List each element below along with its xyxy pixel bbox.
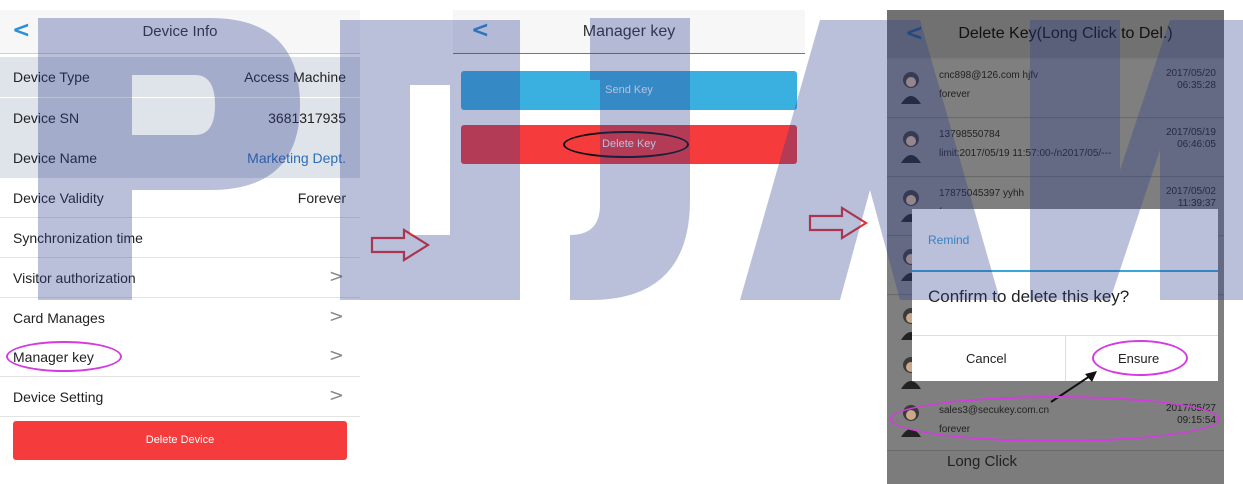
cancel-button[interactable]: Cancel (966, 351, 1006, 366)
card-manages-row[interactable]: Card Manages > (0, 298, 360, 338)
row-value: Access Machine (244, 69, 346, 85)
synchronization-time-row[interactable]: Synchronization time (0, 218, 360, 258)
key-validity: limit:2017/05/19 11:57:00-/n2017/05/--- (939, 148, 1112, 159)
user-avatar-icon (901, 72, 921, 104)
key-date: 2017/05/20 (1165, 68, 1216, 79)
row-label: Device Setting (13, 389, 104, 405)
row-label: Device Name (13, 150, 98, 166)
page-title: Manager key (582, 23, 676, 40)
highlight-oval (6, 341, 122, 372)
tutorial-canvas: < Device Info Device Type Access Machine… (0, 0, 1243, 484)
delete-key-screen: < Delete Key(Long Click to Del.) cnc898@… (887, 10, 1224, 484)
user-avatar-icon (901, 131, 921, 163)
key-date: 2017/05/19 (1165, 127, 1216, 138)
key-time: 06:46:05 (1177, 139, 1216, 150)
row-value: Forever (297, 190, 346, 206)
send-key-button[interactable]: Send Key (461, 71, 797, 110)
chevron-right-icon: > (328, 266, 344, 287)
key-time: 06:35:28 (1177, 80, 1216, 91)
row-label: Card Manages (13, 310, 105, 326)
dialog-divider (912, 270, 1218, 272)
chevron-right-icon: > (328, 306, 344, 327)
key-timestamp: 2017/05/02 11:39:37 (1166, 186, 1216, 210)
key-list-item[interactable]: cnc898@126.com hjfv forever 2017/05/20 06… (887, 60, 1224, 118)
highlight-oval (890, 396, 1220, 442)
key-name: cnc898@126.com hjfv (939, 70, 1039, 81)
row-label: Device SN (13, 110, 80, 126)
device-name-row[interactable]: Device Name Marketing Dept. (0, 138, 360, 178)
row-value[interactable]: Marketing Dept. (247, 150, 346, 166)
long-click-caption: Long Click (947, 453, 1018, 470)
next-step-arrow-icon (808, 206, 869, 240)
page-title: Delete Key(Long Click to Del.) (958, 25, 1173, 42)
device-type-row: Device Type Access Machine (0, 57, 360, 97)
manager-key-screen: < Manager key Send Key Delete Key (453, 0, 805, 484)
row-label: Device Validity (13, 190, 104, 206)
device-validity-row: Device Validity Forever (0, 178, 360, 218)
row-label: Visitor authorization (13, 270, 136, 286)
chevron-right-icon: > (328, 345, 344, 366)
visitor-authorization-row[interactable]: Visitor authorization > (0, 258, 360, 298)
row-value: 3681317935 (268, 110, 346, 126)
highlight-oval (563, 131, 689, 158)
chevron-right-icon: > (328, 385, 344, 406)
navigation-bar: < Manager key (453, 10, 805, 54)
delete-device-button[interactable]: Delete Device (13, 421, 347, 460)
navigation-bar: < Delete Key(Long Click to Del.) (887, 10, 1224, 58)
key-list-item[interactable]: 13798550784 limit:2017/05/19 11:57:00-/n… (887, 119, 1224, 177)
page-title: Device Info (142, 23, 218, 40)
key-date: 2017/05/02 (1165, 186, 1216, 197)
key-name: 13798550784 (939, 129, 1001, 140)
key-timestamp: 2017/05/20 06:35:28 (1166, 68, 1216, 92)
device-setting-row[interactable]: Device Setting > (0, 377, 360, 417)
key-validity: forever (939, 89, 971, 100)
key-timestamp: 2017/05/19 06:46:05 (1166, 127, 1216, 151)
navigation-bar: < Device Info (0, 10, 360, 54)
remind-dialog: Remind Confirm to delete this key? Cance… (912, 209, 1218, 381)
row-label: Device Type (13, 69, 90, 85)
dialog-message: Confirm to delete this key? (928, 287, 1130, 306)
device-sn-row: Device SN 3681317935 (0, 98, 360, 138)
device-info-screen: < Device Info Device Type Access Machine… (0, 0, 360, 484)
next-step-arrow-icon (370, 228, 431, 262)
key-name: 17875045397 yyhh (939, 188, 1025, 199)
row-label: Synchronization time (13, 230, 143, 246)
dialog-title: Remind (928, 233, 970, 247)
